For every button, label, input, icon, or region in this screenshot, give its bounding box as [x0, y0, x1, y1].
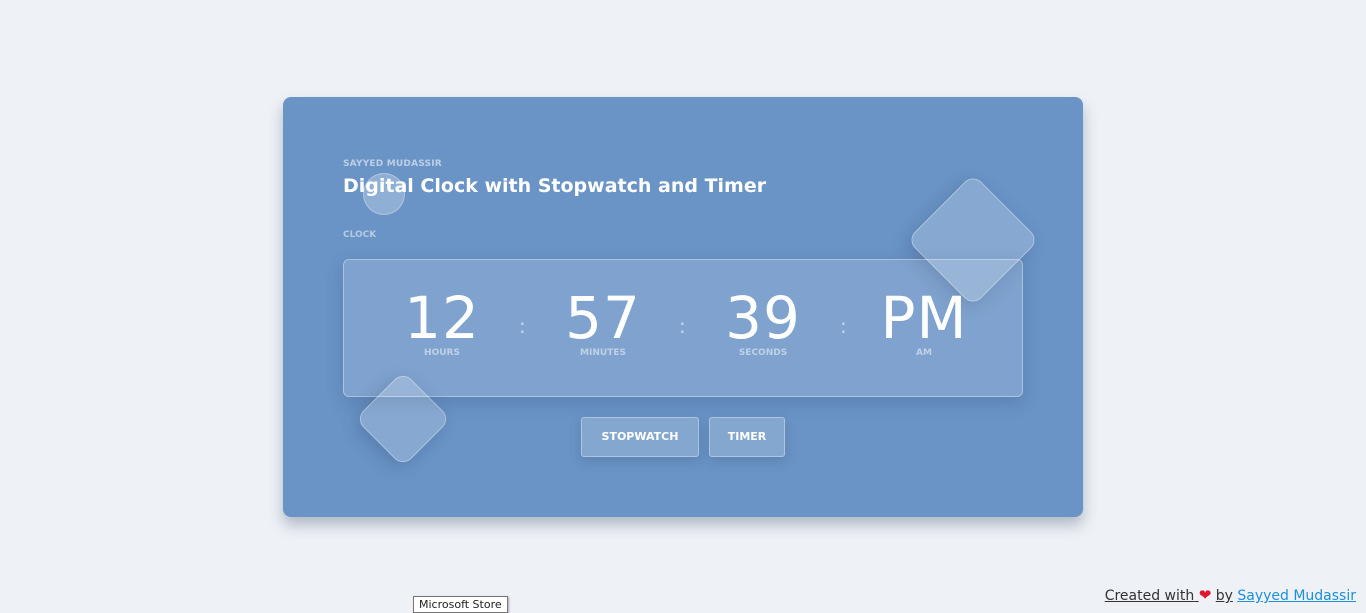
author-label: SAYYED MUDASSIR — [343, 159, 442, 169]
hours-label: HOURS — [424, 348, 460, 358]
minutes-label: MINUTES — [580, 348, 626, 358]
clock-card: SAYYED MUDASSIR Digital Clock with Stopw… — [283, 97, 1083, 517]
by-link[interactable]: by — [1216, 588, 1233, 604]
tooltip: Microsoft Store — [413, 596, 508, 613]
minutes-value: 57 — [565, 284, 641, 352]
separator: : — [519, 314, 526, 338]
created-with-text: Created with — [1104, 588, 1195, 604]
hours-value: 12 — [404, 284, 480, 352]
separator: : — [679, 314, 686, 338]
seconds-value: 39 — [725, 284, 801, 352]
seconds-unit: 39 SECONDS — [703, 288, 823, 358]
author-link[interactable]: Sayyed Mudassir — [1237, 588, 1356, 604]
stopwatch-button[interactable]: STOPWATCH — [581, 417, 699, 457]
clock-display: 12 HOURS : 57 MINUTES : 39 SECONDS : PM … — [343, 259, 1023, 397]
seconds-label: SECONDS — [738, 348, 788, 358]
page-title: Digital Clock with Stopwatch and Timer — [343, 175, 767, 197]
period-value: PM — [880, 284, 968, 352]
section-label-clock: CLOCK — [343, 230, 377, 240]
hours-unit: 12 HOURS — [382, 288, 502, 358]
footer-credit: Created with ❤ by Sayyed Mudassir — [1105, 586, 1356, 604]
heart-icon: ❤ — [1198, 586, 1212, 604]
period-unit: PM AM — [864, 288, 984, 358]
created-with-link[interactable]: Created with ❤ — [1104, 586, 1212, 604]
minutes-unit: 57 MINUTES — [543, 288, 663, 358]
timer-button[interactable]: TIMER — [709, 417, 785, 457]
separator: : — [840, 314, 847, 338]
